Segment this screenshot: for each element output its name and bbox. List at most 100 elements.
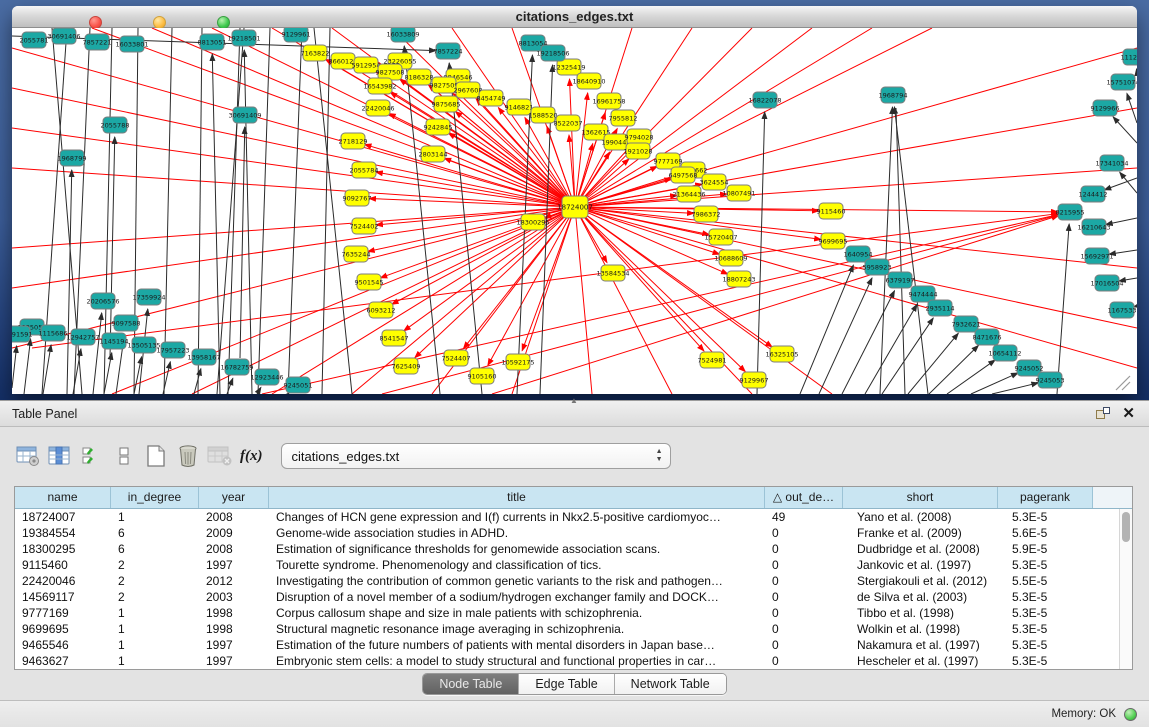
- graph-node[interactable]: 8541547: [380, 330, 409, 346]
- tab-network-table[interactable]: Network Table: [615, 674, 726, 694]
- column-header[interactable]: year: [199, 487, 269, 508]
- graph-node[interactable]: 1112643: [1121, 49, 1137, 65]
- new-table-icon[interactable]: [142, 442, 170, 470]
- graph-node[interactable]: 7524981: [698, 352, 727, 368]
- table-row[interactable]: 911546021997Tourette syndrome. Phenomeno…: [15, 557, 1132, 573]
- table-row[interactable]: 2242004622012Investigating the contribut…: [15, 573, 1132, 589]
- delete-column-icon[interactable]: [174, 442, 202, 470]
- graph-node[interactable]: 2935114: [926, 300, 955, 316]
- graph-node[interactable]: 9105160: [468, 368, 497, 384]
- graph-node[interactable]: 12923446: [250, 369, 283, 385]
- network-canvas[interactable]: 1872400771638228660124591295423226055982…: [12, 28, 1137, 394]
- graph-node[interactable]: 1115686: [39, 325, 68, 341]
- graph-node[interactable]: 6379197: [886, 272, 915, 288]
- graph-node[interactable]: 30691409: [228, 107, 261, 123]
- graph-node[interactable]: 10807491: [722, 185, 755, 201]
- graph-node[interactable]: 9115460: [817, 203, 846, 219]
- column-header[interactable]: pagerank: [998, 487, 1093, 508]
- graph-node[interactable]: 9391591: [12, 326, 32, 342]
- graph-node[interactable]: 30691406: [47, 28, 80, 44]
- graph-node[interactable]: 2803144: [419, 146, 448, 162]
- column-header[interactable]: name: [15, 487, 111, 508]
- graph-node[interactable]: 7625409: [392, 358, 421, 374]
- graph-node[interactable]: 9245053: [1036, 372, 1065, 388]
- table-row[interactable]: 1872400712008Changes of HCN gene express…: [15, 509, 1132, 525]
- table-row[interactable]: 1830029562008Estimation of significance …: [15, 541, 1132, 557]
- graph-node[interactable]: 13958167: [187, 349, 220, 365]
- table-settings-icon[interactable]: [14, 442, 42, 470]
- graph-node[interactable]: 1145194: [100, 333, 129, 349]
- graph-node[interactable]: 2718129: [339, 133, 368, 149]
- graph-node[interactable]: 1968794: [879, 87, 908, 103]
- graph-node[interactable]: 18300295: [516, 214, 549, 230]
- graph-node[interactable]: 18724007: [557, 196, 593, 218]
- graph-node[interactable]: 20206576: [86, 293, 119, 309]
- graph-node[interactable]: 7635244: [342, 246, 371, 262]
- graph-node[interactable]: 8522037: [554, 115, 583, 131]
- graph-node[interactable]: 8215955: [1056, 204, 1085, 220]
- graph-node[interactable]: 9245051: [284, 377, 313, 393]
- graph-node[interactable]: 9129961: [282, 28, 311, 42]
- row-check-icon[interactable]: [78, 442, 106, 470]
- graph-node[interactable]: 16543982: [363, 78, 396, 94]
- graph-node[interactable]: 21364436: [672, 186, 705, 202]
- graph-node[interactable]: 17341034: [1095, 155, 1128, 171]
- graph-node[interactable]: 16325105: [765, 346, 798, 362]
- graph-node[interactable]: 9242845: [424, 119, 453, 135]
- graph-node[interactable]: 9699695: [819, 233, 848, 249]
- graph-node[interactable]: 12942757: [66, 329, 99, 345]
- graph-node[interactable]: 9097588: [112, 315, 141, 331]
- graph-node[interactable]: 8813051: [198, 34, 227, 50]
- tab-node-table[interactable]: Node Table: [423, 674, 519, 694]
- graph-node[interactable]: 1244412: [1079, 186, 1108, 202]
- column-header[interactable]: △ out_de…: [765, 487, 843, 508]
- graph-node[interactable]: 2055784: [350, 162, 379, 178]
- column-select-icon[interactable]: [46, 442, 74, 470]
- graph-node[interactable]: 15751074: [1106, 74, 1137, 90]
- table-row[interactable]: 1938455462009Genome-wide association stu…: [15, 525, 1132, 541]
- graph-node[interactable]: 22420046: [361, 100, 394, 116]
- graph-node[interactable]: 6093212: [367, 302, 396, 318]
- graph-node[interactable]: 9875685: [432, 96, 461, 112]
- graph-node[interactable]: 16822078: [748, 92, 781, 108]
- tab-edge-table[interactable]: Edge Table: [519, 674, 614, 694]
- graph-node[interactable]: 16782759: [220, 359, 253, 375]
- graph-node[interactable]: 16961758: [592, 93, 625, 109]
- graph-node[interactable]: 9501545: [355, 274, 384, 290]
- graph-node[interactable]: 17359924: [132, 289, 165, 305]
- table-row[interactable]: 969969511998Structural magnetic resonanc…: [15, 621, 1132, 637]
- graph-node[interactable]: 15692971: [1080, 248, 1113, 264]
- graph-node[interactable]: 5958923: [863, 259, 892, 275]
- graph-node[interactable]: 17016504: [1090, 275, 1123, 291]
- table-row[interactable]: 946554611997Estimation of the future num…: [15, 637, 1132, 653]
- graph-node[interactable]: 10654112: [988, 345, 1021, 361]
- function-builder-icon[interactable]: f(x): [240, 448, 263, 465]
- column-header[interactable]: in_degree: [111, 487, 199, 508]
- graph-node[interactable]: 9092767: [343, 190, 372, 206]
- table-row[interactable]: 1456911722003Disruption of a novel membe…: [15, 589, 1132, 605]
- graph-node[interactable]: 19218501: [227, 30, 260, 46]
- graph-node[interactable]: 1167533: [1108, 302, 1137, 318]
- graph-node[interactable]: 18640910: [572, 73, 605, 89]
- graph-node[interactable]: 7986372: [692, 206, 721, 222]
- graph-node[interactable]: 2055788: [101, 117, 130, 133]
- column-header[interactable]: title: [269, 487, 765, 508]
- graph-node[interactable]: 7524407: [442, 350, 471, 366]
- close-panel-icon[interactable]: ✕: [1122, 407, 1135, 421]
- graph-node[interactable]: 7857221: [83, 34, 112, 50]
- graph-node[interactable]: 9129967: [740, 372, 769, 388]
- graph-node[interactable]: 8454749: [477, 90, 506, 106]
- graph-node[interactable]: 16210643: [1077, 219, 1110, 235]
- graph-node[interactable]: 15720407: [704, 229, 737, 245]
- table-row[interactable]: 977716911998Corpus callosum shape and si…: [15, 605, 1132, 621]
- pane-divider-handle[interactable]: ▲: [570, 397, 580, 404]
- graph-node[interactable]: 10592175: [501, 354, 534, 370]
- graph-node[interactable]: 16033801: [115, 36, 148, 52]
- graph-node[interactable]: 7857224: [434, 43, 463, 59]
- graph-node[interactable]: 9129966: [1091, 100, 1120, 116]
- graph-node[interactable]: 2055781: [20, 32, 49, 48]
- row-height-icon[interactable]: [110, 442, 138, 470]
- vertical-scrollbar[interactable]: [1119, 509, 1132, 669]
- graph-node[interactable]: 7524402: [350, 218, 379, 234]
- graph-node[interactable]: 7163822: [301, 45, 330, 61]
